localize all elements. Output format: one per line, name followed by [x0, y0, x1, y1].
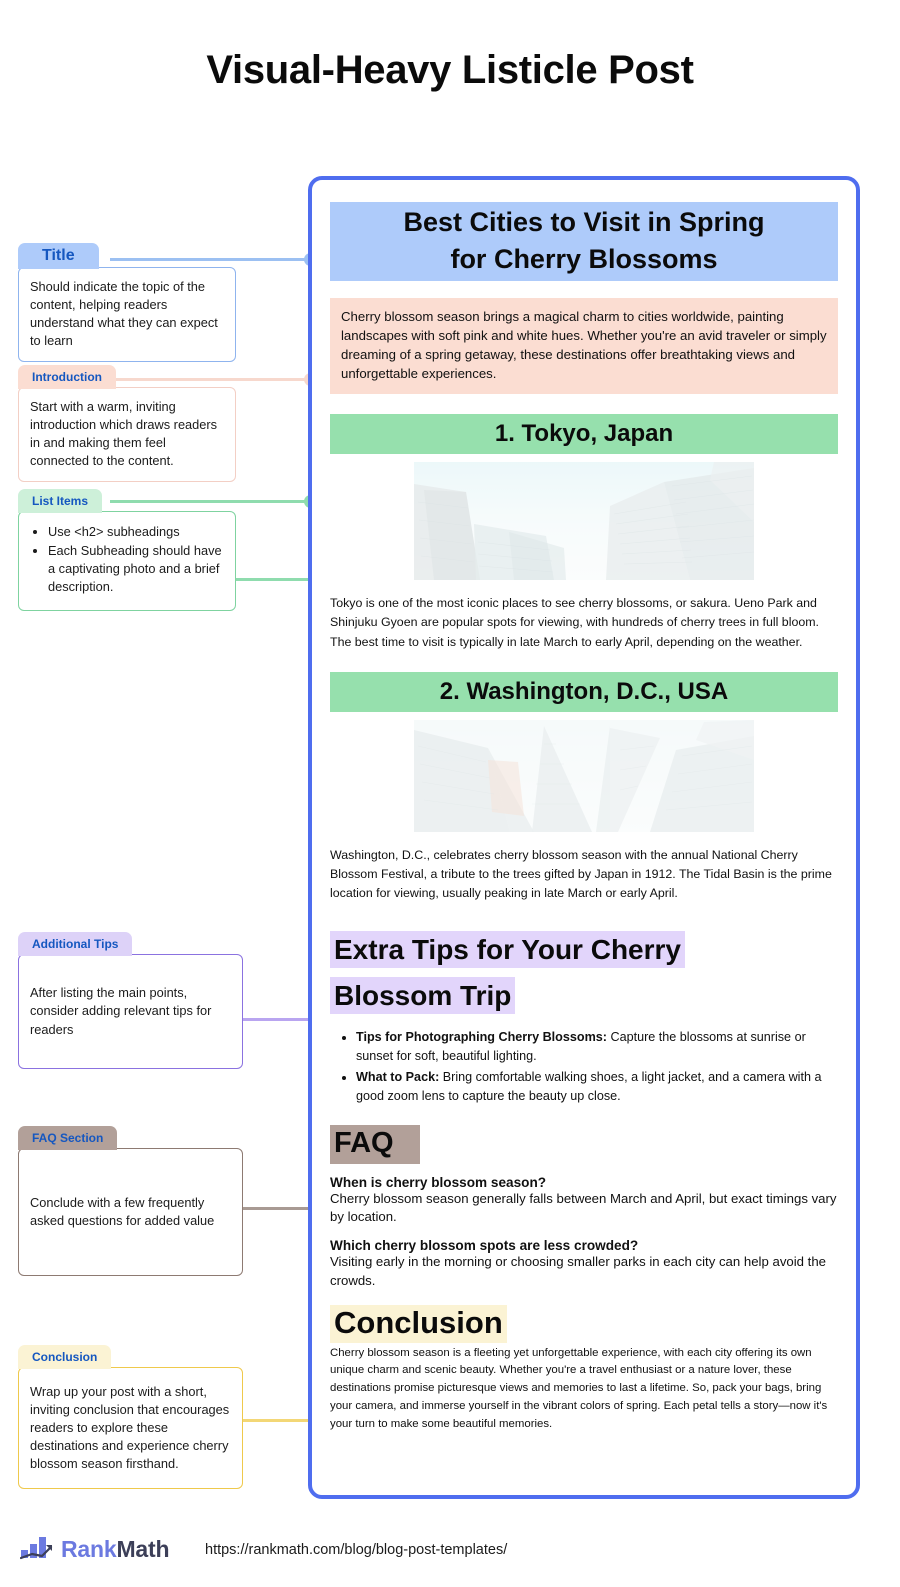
faq-item: When is cherry blossom season? Cherry bl…	[330, 1175, 838, 1227]
bar-chart-icon	[19, 1534, 54, 1565]
tips-item-label: Tips for Photographing Cherry Blossoms:	[356, 1030, 607, 1045]
faq-item: Which cherry blossom spots are less crow…	[330, 1238, 838, 1290]
annotation-faq-section: FAQ Section Conclude with a few frequent…	[18, 1126, 243, 1276]
section-heading-washington: 2. Washington, D.C., USA	[330, 671, 838, 712]
section-heading-tokyo: 1. Tokyo, Japan	[330, 414, 838, 455]
page-title: Visual-Heavy Listicle Post	[206, 48, 694, 92]
logo-text-math: Math	[116, 1536, 170, 1562]
annotation-chip-additional-tips: Additional Tips	[18, 932, 133, 956]
conclusion-heading: Conclusion	[330, 1304, 507, 1343]
section-image-washington	[414, 719, 754, 832]
annotation-box-introduction: Start with a warm, inviting introduction…	[18, 387, 236, 482]
conclusion-body: Cherry blossom season is a fleeting yet …	[330, 1346, 828, 1430]
annotation-title: Title Should indicate the topic of the c…	[18, 243, 236, 362]
footer-url[interactable]: https://rankmath.com/blog/blog-post-temp…	[205, 1542, 507, 1558]
annotation-chip-introduction: Introduction	[18, 365, 116, 389]
section-body-tokyo: Tokyo is one of the most iconic places t…	[330, 596, 819, 649]
annotation-chip-conclusion: Conclusion	[18, 1345, 112, 1369]
annotation-chip-title: Title	[18, 243, 99, 269]
section-image-tokyo	[414, 462, 754, 581]
document-title-line-2: for Cherry Blossoms	[450, 244, 718, 275]
document-introduction: Cherry blossom season brings a magical c…	[330, 297, 838, 395]
rankmath-logo[interactable]: RankMath	[19, 1534, 170, 1565]
faq-question: When is cherry blossom season?	[330, 1174, 547, 1190]
document-title-line-1: Best Cities to Visit in Spring	[403, 207, 765, 237]
faq-heading: FAQ	[330, 1124, 420, 1164]
annotation-box-title: Should indicate the topic of the content…	[18, 267, 236, 362]
annotation-list-item: Use <h2> subheadings	[48, 523, 224, 541]
annotation-box-list-items: Use <h2> subheadings Each Subheading sho…	[18, 511, 236, 611]
annotation-chip-faq-section: FAQ Section	[18, 1126, 118, 1150]
faq-question: Which cherry blossom spots are less crow…	[330, 1238, 639, 1254]
tips-heading-line-1: Extra Tips for Your Cherry	[330, 931, 685, 969]
tips-heading-line-2: Blossom Trip	[330, 976, 516, 1014]
tips-list-item: Tips for Photographing Cherry Blossoms: …	[356, 1028, 838, 1065]
faq-answer: Cherry blossom season generally falls be…	[330, 1190, 837, 1225]
annotation-introduction: Introduction Start with a warm, inviting…	[18, 365, 236, 482]
footer: RankMath https://rankmath.com/blog/blog-…	[0, 1530, 900, 1587]
annotation-list-items: List Items Use <h2> subheadings Each Sub…	[18, 489, 236, 611]
annotation-box-additional-tips: After listing the main points, consider …	[18, 954, 243, 1069]
tips-list: Tips for Photographing Cherry Blossoms: …	[330, 1028, 838, 1106]
section-body-washington: Washington, D.C., celebrates cherry blos…	[330, 847, 832, 901]
rankmath-wordmark: RankMath	[61, 1536, 170, 1563]
annotation-conclusion: Conclusion Wrap up your post with a shor…	[18, 1345, 243, 1489]
tips-item-label: What to Pack:	[356, 1070, 440, 1085]
annotation-chip-list-items: List Items	[18, 489, 103, 513]
logo-text-rank: Rank	[61, 1536, 117, 1562]
annotation-box-conclusion: Wrap up your post with a short, inviting…	[18, 1367, 243, 1489]
annotation-box-faq-section: Conclude with a few frequently asked que…	[18, 1148, 243, 1276]
annotation-list-item: Each Subheading should have a captivatin…	[48, 542, 224, 596]
annotation-additional-tips: Additional Tips After listing the main p…	[18, 932, 243, 1069]
tips-heading: Extra Tips for Your Cherry Blossom Trip	[330, 927, 838, 1018]
template-preview-panel[interactable]: Best Cities to Visit in Spring for Cherr…	[308, 176, 860, 1499]
tips-list-item: What to Pack: Bring comfortable walking …	[356, 1068, 838, 1105]
faq-answer: Visiting early in the morning or choosin…	[330, 1254, 827, 1288]
document-title: Best Cities to Visit in Spring for Cherr…	[330, 202, 838, 281]
